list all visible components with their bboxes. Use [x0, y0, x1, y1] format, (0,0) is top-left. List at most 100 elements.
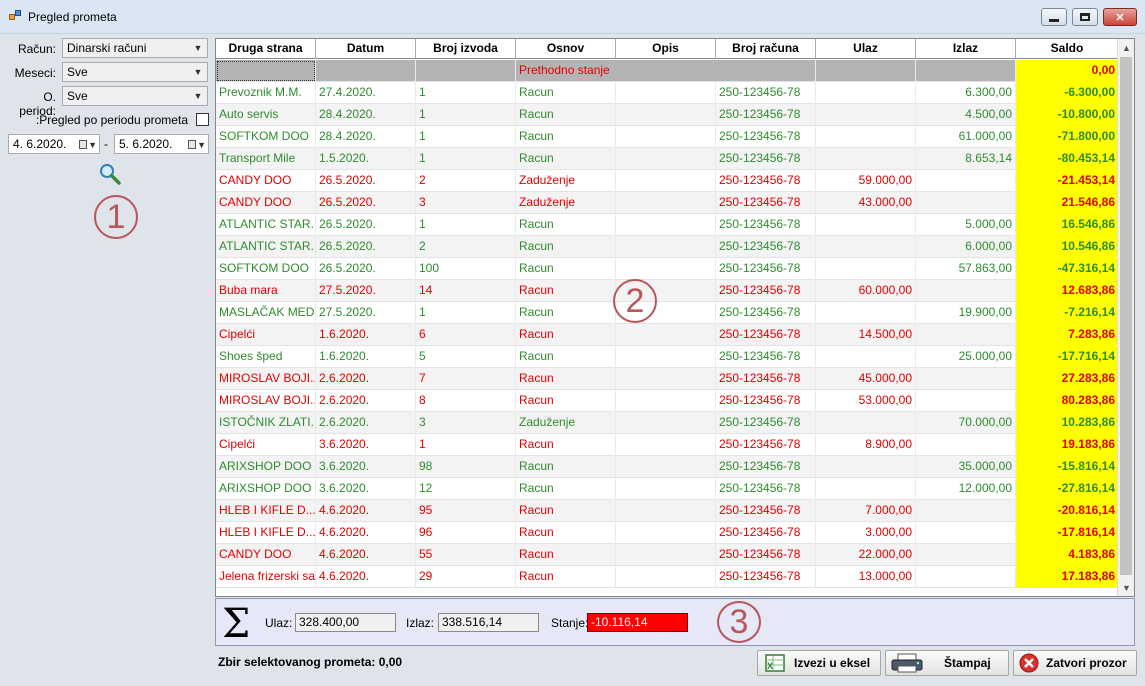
cell-racun: 250-123456-78 — [716, 478, 816, 500]
col-izlaz[interactable]: Izlaz — [916, 39, 1016, 59]
cell-saldo: 7.283,86 — [1016, 324, 1118, 346]
date-from-picker[interactable]: 4. 6.2020. ▼ — [8, 134, 100, 154]
cell-izlaz: 57.863,00 — [916, 258, 1016, 280]
table-row[interactable]: ISTOČNIK ZLATI... 2.6.2020. 3 Zaduženje 250-… — [216, 412, 1118, 434]
table-row[interactable]: SOFTKOM DOO 28.4.2020. 1 Racun 250-123456-78… — [216, 126, 1118, 148]
calendar-icon[interactable]: ▼ — [79, 138, 97, 151]
cell-opis — [616, 148, 716, 170]
date-to-value: 5. 6.2020. — [119, 137, 173, 151]
search-icon[interactable] — [98, 162, 122, 186]
close-button[interactable]: ✕ — [1103, 8, 1137, 26]
meseci-select[interactable]: Sve ▼ — [62, 62, 208, 82]
col-druga-strana[interactable]: Druga strana — [216, 39, 316, 59]
table-row[interactable]: Shoes šped 1.6.2020. 5 Racun 250-123456-78 25… — [216, 346, 1118, 368]
cell-izlaz — [916, 368, 1016, 390]
table-row[interactable]: MASLAČAK MED... 27.5.2020. 1 Racun 250-12345… — [216, 302, 1118, 324]
cell-datum: 27.5.2020. — [316, 302, 416, 324]
cell-ulaz — [816, 214, 916, 236]
cell-racun: 250-123456-78 — [716, 544, 816, 566]
cell-ulaz — [816, 412, 916, 434]
cell-izvod: 1 — [416, 214, 516, 236]
table-row[interactable]: HLEB I KIFLE D... 4.6.2020. 96 Racun 250-123… — [216, 522, 1118, 544]
table-row[interactable]: Prevoznik M.M. 27.4.2020. 1 Racun 250-123456… — [216, 82, 1118, 104]
cell-strana — [216, 60, 316, 82]
cell-racun: 250-123456-78 — [716, 258, 816, 280]
cell-osnov: Racun — [516, 280, 616, 302]
cell-opis — [616, 522, 716, 544]
cell-izvod: 1 — [416, 104, 516, 126]
date-to-picker[interactable]: 5. 6.2020. ▼ — [114, 134, 209, 154]
table-row[interactable]: Transport Mile 1.5.2020. 1 Racun 250-123456-… — [216, 148, 1118, 170]
scroll-down-icon[interactable]: ▼ — [1118, 579, 1134, 596]
scroll-up-icon[interactable]: ▲ — [1118, 39, 1134, 56]
print-button[interactable]: Štampaj — [885, 650, 1009, 676]
close-window-button[interactable]: Zatvori prozor — [1013, 650, 1137, 676]
sigma-icon: Σ — [222, 601, 251, 647]
cell-saldo: 21.546,86 — [1016, 192, 1118, 214]
table-row[interactable]: MIROSLAV BOJI... 2.6.2020. 7 Racun 250-12345… — [216, 368, 1118, 390]
cell-izlaz — [916, 170, 1016, 192]
cell-datum: 26.5.2020. — [316, 258, 416, 280]
table-row[interactable]: CANDY DOO 26.5.2020. 3 Zaduženje 250-123456-… — [216, 192, 1118, 214]
stanje-label: Stanje: — [551, 616, 589, 630]
cell-osnov: Racun — [516, 368, 616, 390]
maximize-button[interactable] — [1072, 8, 1098, 26]
cell-opis — [616, 478, 716, 500]
cell-ulaz — [816, 126, 916, 148]
scroll-thumb[interactable] — [1120, 57, 1132, 575]
pregled-po-periodu-checkbox[interactable] — [196, 113, 209, 126]
table-row[interactable]: Cipelći 3.6.2020. 1 Racun 250-123456-78 8.900… — [216, 434, 1118, 456]
cell-opis — [616, 236, 716, 258]
table-row[interactable]: HLEB I KIFLE D... 4.6.2020. 95 Racun 250-123… — [216, 500, 1118, 522]
export-excel-button[interactable]: X Izvezi u eksel — [757, 650, 881, 676]
vertical-scrollbar[interactable]: ▲ ▼ — [1117, 39, 1134, 596]
table-row[interactable]: ARIXSHOP DOO 3.6.2020. 98 Racun 250-123456-7… — [216, 456, 1118, 478]
minimize-button[interactable] — [1041, 8, 1067, 26]
table-row[interactable]: SOFTKOM DOO 26.5.2020. 100 Racun 250-123456-… — [216, 258, 1118, 280]
col-broj-izvoda[interactable]: Broj izvoda — [416, 39, 516, 59]
cell-ulaz: 45.000,00 — [816, 368, 916, 390]
period-select[interactable]: Sve ▼ — [62, 86, 208, 106]
izlaz-total-field: 338.516,14 — [438, 613, 539, 632]
cell-strana: ATLANTIC STAR... — [216, 214, 316, 236]
col-ulaz[interactable]: Ulaz — [816, 39, 916, 59]
cell-datum: 26.5.2020. — [316, 170, 416, 192]
zbir-label: Zbir selektovanog prometa: — [218, 655, 376, 669]
table-row-prethodno-stanje[interactable]: Prethodno stanje 0,00 — [216, 60, 1118, 82]
calendar-icon[interactable]: ▼ — [188, 138, 206, 151]
table-row[interactable]: ARIXSHOP DOO 3.6.2020. 12 Racun 250-123456-7… — [216, 478, 1118, 500]
col-broj-racuna[interactable]: Broj računa — [716, 39, 816, 59]
cell-osnov: Racun — [516, 478, 616, 500]
table-row[interactable]: Jelena frizerski sa... 4.6.2020. 29 Racun 25… — [216, 566, 1118, 588]
ulaz-total-label: Ulaz: — [265, 616, 293, 630]
cell-datum — [316, 60, 416, 82]
transactions-grid[interactable]: Druga strana Datum Broj izvoda Osnov Opi… — [215, 38, 1135, 597]
grid-body: Prethodno stanje 0,00 Prevoznik M.M. 27.4… — [216, 60, 1118, 596]
cell-racun: 250-123456-78 — [716, 500, 816, 522]
col-osnov[interactable]: Osnov — [516, 39, 616, 59]
racun-select[interactable]: Dinarski računi ▼ — [62, 38, 208, 58]
col-datum[interactable]: Datum — [316, 39, 416, 59]
cell-ulaz — [816, 456, 916, 478]
table-row[interactable]: Buba mara 27.5.2020. 14 Racun 250-123456-78 6… — [216, 280, 1118, 302]
cell-datum: 26.5.2020. — [316, 236, 416, 258]
table-row[interactable]: Auto servis 28.4.2020. 1 Racun 250-123456-78… — [216, 104, 1118, 126]
cell-saldo: -20.816,14 — [1016, 500, 1118, 522]
col-opis[interactable]: Opis — [616, 39, 716, 59]
cell-saldo: -27.816,14 — [1016, 478, 1118, 500]
cell-strana: CANDY DOO — [216, 544, 316, 566]
cell-izvod: 14 — [416, 280, 516, 302]
table-row[interactable]: CANDY DOO 4.6.2020. 55 Racun 250-123456-78 22… — [216, 544, 1118, 566]
cell-strana: ARIXSHOP DOO — [216, 478, 316, 500]
cell-datum: 2.6.2020. — [316, 390, 416, 412]
table-row[interactable]: Cipelći 1.6.2020. 6 Racun 250-123456-78 14.50… — [216, 324, 1118, 346]
table-row[interactable]: MIROSLAV BOJI... 2.6.2020. 8 Racun 250-12345… — [216, 390, 1118, 412]
table-row[interactable]: ATLANTIC STAR... 26.5.2020. 1 Racun 250-1234… — [216, 214, 1118, 236]
cell-datum: 4.6.2020. — [316, 522, 416, 544]
table-row[interactable]: CANDY DOO 26.5.2020. 2 Zaduženje 250-123456-… — [216, 170, 1118, 192]
col-saldo[interactable]: Saldo — [1016, 39, 1118, 59]
table-row[interactable]: ATLANTIC STAR... 26.5.2020. 2 Racun 250-1234… — [216, 236, 1118, 258]
cell-ulaz — [816, 82, 916, 104]
cell-osnov: Racun — [516, 544, 616, 566]
cell-ulaz — [816, 104, 916, 126]
